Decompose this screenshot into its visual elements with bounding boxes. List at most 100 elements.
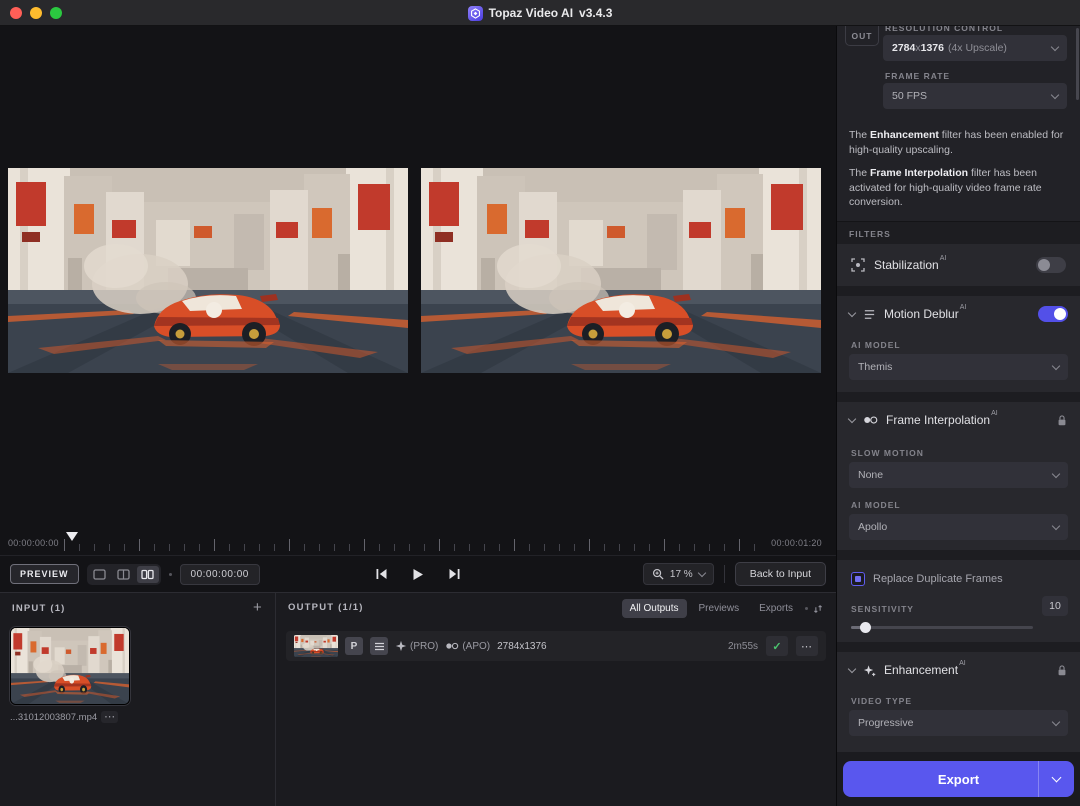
frame-interpolation-icon	[864, 416, 878, 424]
lock-icon	[1056, 414, 1068, 427]
preview-upscaled-frame[interactable]	[421, 168, 821, 373]
chevron-down-icon	[1051, 469, 1061, 478]
input-panel-header: INPUT (1) +	[0, 593, 275, 623]
titlebar: Topaz Video AI v3.4.3	[0, 0, 1080, 26]
stabilization-toggle[interactable]	[1036, 257, 1066, 273]
tab-exports[interactable]: Exports	[751, 599, 801, 618]
video-type-select[interactable]: Progressive	[849, 710, 1068, 736]
input-more-button[interactable]: ⋯	[101, 711, 119, 723]
frame-rate-value: 50 FPS	[892, 90, 928, 102]
out-tab[interactable]: OUT	[845, 26, 879, 46]
filter-card-motion-deblur: Motion DeblurAI AI MODEL Themis	[837, 296, 1080, 392]
zoom-value: 17 %	[669, 568, 693, 580]
app-version: v3.4.3	[579, 6, 613, 20]
replace-duplicate-checkbox[interactable]	[851, 572, 865, 586]
play-icon	[413, 568, 423, 580]
chevron-down-icon	[1051, 361, 1061, 370]
scanlines-icon	[374, 642, 384, 650]
transport-right-group: 17 % Back to Input	[642, 562, 826, 586]
toggle-knob	[1038, 259, 1050, 271]
motion-deblur-label: Motion DeblurAI	[884, 304, 967, 321]
interpolation-model-group: (APO)	[445, 641, 490, 652]
output-row[interactable]: P (PRO) (APO) 2784x1376 2m55s ✓ ⋯	[286, 631, 826, 661]
check-icon: ✓	[772, 640, 782, 653]
timeline-ruler[interactable]	[64, 532, 756, 551]
motion-deblur-toggle[interactable]	[1038, 306, 1068, 322]
collapse-chevron-icon	[847, 414, 857, 423]
enhancement-icon	[863, 664, 876, 676]
filters-heading: FILTERS	[849, 229, 891, 239]
chevron-down-icon	[1051, 521, 1061, 530]
side-by-side-view-button[interactable]	[136, 565, 159, 583]
preview-original-frame[interactable]	[8, 168, 408, 373]
frame-circles-icon	[446, 642, 459, 650]
motion-deblur-model-select[interactable]: Themis	[849, 354, 1068, 380]
frame-rate-label: FRAME RATE	[885, 71, 951, 81]
motion-deblur-icon	[864, 309, 875, 319]
export-button[interactable]: Export	[843, 761, 1074, 797]
sort-arrows-icon	[814, 604, 822, 613]
step-back-button[interactable]	[375, 568, 388, 580]
collapse-chevron-icon	[847, 308, 857, 317]
preview-badge: P	[345, 637, 363, 655]
app-window: Topaz Video AI v3.4.3 00:00:00:00 00:00:…	[0, 0, 1080, 806]
resolution-width: 2784	[892, 42, 916, 54]
motion-deblur-header[interactable]: Motion DeblurAI	[837, 296, 1080, 332]
playback-controls	[375, 568, 461, 581]
output-done-button[interactable]: ✓	[766, 636, 788, 656]
chevron-down-icon	[1050, 42, 1060, 51]
separator-dot	[168, 572, 172, 576]
zoom-icon	[652, 568, 664, 580]
stabilization-label: StabilizationAI	[874, 255, 947, 272]
resolution-suffix: (4x Upscale)	[947, 42, 1007, 54]
settings-sidebar: OUT RESOLUTION CONTROL 2784 x 1376 (4x U…	[836, 26, 1080, 806]
single-view-button[interactable]	[89, 566, 111, 583]
export-bar: Export	[837, 752, 1080, 806]
slider-thumb[interactable]	[860, 622, 871, 633]
vertical-divider	[723, 565, 725, 583]
resolution-height: 1376	[920, 42, 944, 54]
step-forward-button[interactable]	[448, 568, 461, 580]
playhead[interactable]	[66, 532, 78, 541]
sparkle-icon	[395, 640, 407, 652]
zoom-control[interactable]: 17 %	[642, 563, 714, 585]
enhancement-header[interactable]: EnhancementAI	[837, 652, 1080, 688]
input-filename: ...31012003807.mp4	[10, 711, 98, 723]
output-settings-section: OUT RESOLUTION CONTROL 2784 x 1376 (4x U…	[837, 26, 1080, 222]
chevron-down-icon	[697, 568, 706, 577]
add-input-button[interactable]: +	[253, 600, 263, 615]
sort-button[interactable]	[812, 603, 824, 615]
split-view-button[interactable]	[113, 566, 135, 583]
filter-card-frame-interpolation: Frame InterpolationAI SLOW MOTION None A…	[837, 402, 1080, 550]
window-title: Topaz Video AI v3.4.3	[0, 0, 1080, 26]
frame-rate-select[interactable]: 50 FPS	[883, 83, 1067, 109]
frame-interpolation-header[interactable]: Frame InterpolationAI	[837, 402, 1080, 438]
output-more-button[interactable]: ⋯	[796, 636, 818, 656]
back-to-input-button[interactable]: Back to Input	[734, 562, 826, 586]
app-title: Topaz Video AI	[488, 6, 574, 20]
apo-model-label: (APO)	[462, 640, 491, 652]
sensitivity-value-field[interactable]: 10	[1042, 596, 1068, 616]
chevron-down-icon	[1051, 772, 1062, 782]
replace-duplicate-row[interactable]: Replace Duplicate Frames	[851, 572, 1003, 586]
replace-duplicate-label: Replace Duplicate Frames	[873, 573, 1003, 585]
motion-deblur-model-label: AI MODEL	[851, 340, 901, 350]
interpolation-model-select[interactable]: Apollo	[849, 514, 1068, 540]
step-forward-icon	[449, 569, 460, 579]
output-panel-title: OUTPUT (1/1)	[288, 602, 364, 613]
interpolation-model-value: Apollo	[858, 521, 888, 533]
export-options-button[interactable]	[1038, 761, 1074, 797]
tab-all-outputs[interactable]: All Outputs	[621, 599, 687, 618]
sensitivity-slider[interactable]	[851, 622, 1033, 633]
sidebar-scrollbar[interactable]	[1076, 28, 1079, 100]
resolution-select[interactable]: 2784 x 1376 (4x Upscale)	[883, 35, 1067, 61]
slider-track[interactable]	[851, 626, 1033, 629]
input-thumbnail[interactable]	[10, 627, 130, 705]
slow-motion-select[interactable]: None	[849, 462, 1068, 488]
split-view-icon	[117, 568, 130, 580]
preview-button[interactable]: PREVIEW	[10, 564, 79, 584]
output-resolution: 2784x1376	[497, 640, 547, 652]
current-timecode-field[interactable]: 00:00:00:00	[179, 563, 260, 585]
tab-previews[interactable]: Previews	[691, 599, 748, 618]
play-button[interactable]	[412, 568, 424, 581]
